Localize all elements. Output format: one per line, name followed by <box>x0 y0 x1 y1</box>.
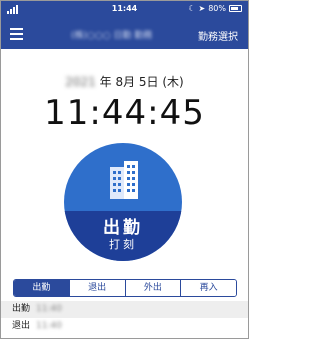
punch-label: 出勤 <box>103 218 143 238</box>
punch-sublabel: 打刻 <box>109 238 137 251</box>
battery-icon <box>229 5 242 12</box>
record-label: 退出 <box>12 321 31 331</box>
moon-icon: ☾ <box>188 4 196 13</box>
record-value: 11:40 <box>36 304 62 314</box>
menu-icon[interactable] <box>10 28 23 40</box>
building-icon <box>110 161 138 199</box>
current-date: 2021 年 8月 5日 (木) <box>1 73 248 90</box>
punch-records: 出勤 11:40 退出 11:40 <box>1 301 248 335</box>
punch-type-tabs: 出勤 退出 外出 再入 <box>13 279 237 297</box>
shift-select-button[interactable]: 勤務選択 <box>198 28 238 43</box>
list-item: 出勤 11:40 <box>1 301 248 318</box>
current-time: 11:44:45 <box>44 93 205 133</box>
date-rest: 年 8月 5日 (木) <box>95 75 184 89</box>
status-right: ☾ ➤ 80% <box>188 4 242 13</box>
record-label: 出勤 <box>12 304 31 314</box>
record-value: 11:40 <box>36 321 62 331</box>
company-name: (株)○○○ 日勤 勤務 <box>71 31 153 41</box>
date-year: 2021 <box>65 75 96 89</box>
status-bar: 11:44 ☾ ➤ 80% <box>1 1 248 20</box>
battery-percent: 80% <box>208 4 226 13</box>
app-frame: 11:44 ☾ ➤ 80% (株)○○○ 日勤 勤務 勤務選択 2021 年 8… <box>0 0 249 339</box>
tab-go-out[interactable]: 外出 <box>124 280 181 296</box>
tab-clock-in[interactable]: 出勤 <box>14 280 69 296</box>
tab-return[interactable]: 再入 <box>180 280 236 296</box>
location-icon: ➤ <box>198 4 206 13</box>
nav-bar: (株)○○○ 日勤 勤務 勤務選択 <box>1 20 248 49</box>
list-item: 退出 11:40 <box>1 318 248 335</box>
punch-button[interactable]: 出勤 打刻 <box>64 143 182 261</box>
tab-leave[interactable]: 退出 <box>68 280 125 296</box>
